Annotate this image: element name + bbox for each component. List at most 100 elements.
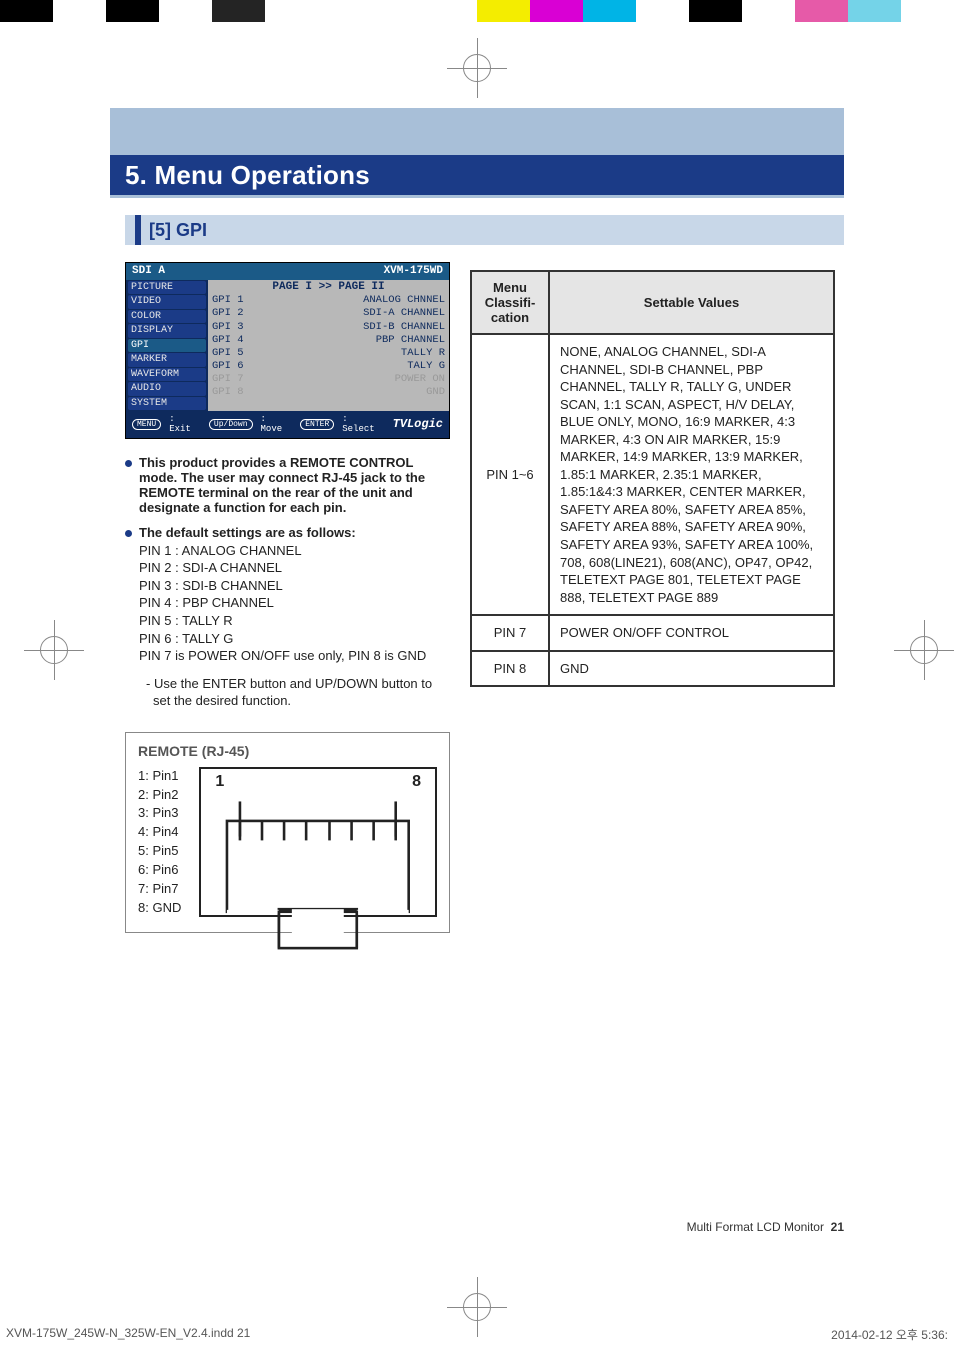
- table-head-classification: Menu Classifi-cation: [471, 271, 549, 334]
- page-footer: Multi Format LCD Monitor 21: [687, 1220, 844, 1234]
- osd-row-key: GPI 1: [212, 294, 244, 307]
- chapter-title: 5. Menu Operations: [125, 160, 370, 191]
- section-heading-bar: [5] GPI: [125, 215, 844, 245]
- osd-menu-item: GPI: [128, 339, 206, 353]
- default-pin-item: PIN 4 : PBP CHANNEL: [139, 594, 450, 612]
- table-row: PIN 7POWER ON/OFF CONTROL: [471, 615, 834, 651]
- osd-sidebar: PICTUREVIDEOCOLORDISPLAYGPIMARKERWAVEFOR…: [126, 280, 208, 412]
- osd-menu-item: VIDEO: [128, 295, 206, 309]
- osd-rows: GPI 1ANALOG CHNNELGPI 2SDI-A CHANNELGPI …: [212, 294, 445, 399]
- rj45-jack-svg: [201, 769, 435, 964]
- osd-breadcrumb: PAGE I >> PAGE II: [212, 280, 445, 295]
- table-cell-value: POWER ON/OFF CONTROL: [549, 615, 834, 651]
- osd-row-value: ANALOG CHNNEL: [363, 294, 445, 307]
- osd-menu-item: SYSTEM: [128, 397, 206, 411]
- osd-title-right: XVM-175WD: [384, 265, 443, 278]
- crop-mark-right: [894, 620, 954, 680]
- osd-row-value: SDI-A CHANNEL: [363, 307, 445, 320]
- osd-row-value: GND: [426, 386, 445, 399]
- section-accent: [135, 215, 141, 245]
- crop-mark-top: [447, 38, 507, 98]
- osd-row: GPI 6 TALY G: [212, 360, 445, 373]
- bullet-1: This product provides a REMOTE CONTROL m…: [125, 455, 450, 515]
- default-pin-item: PIN 3 : SDI-B CHANNEL: [139, 577, 450, 595]
- osd-row: GPI 3 SDI-B CHANNEL: [212, 321, 445, 334]
- rj45-pin-item: 8: GND: [138, 899, 181, 918]
- registration-color-bar: [0, 0, 954, 22]
- rj45-pin-item: 1: Pin1: [138, 767, 181, 786]
- osd-foot-updown-pill: Up/Down: [209, 419, 253, 430]
- usage-note: - Use the ENTER button and UP/DOWN butto…: [139, 675, 450, 710]
- osd-title-left: SDI A: [132, 265, 165, 278]
- osd-row: GPI 8 GND: [212, 386, 445, 399]
- osd-row-key: GPI 3: [212, 321, 244, 334]
- default-pin-item: PIN 7 is POWER ON/OFF use only, PIN 8 is…: [139, 647, 450, 665]
- rj45-jack-diagram: 1 8: [199, 767, 437, 917]
- slug-right: 2014-02-12 오후 5:36:: [831, 1326, 948, 1343]
- rj45-pin-column: 1: Pin12: Pin23: Pin34: Pin45: Pin56: Pi…: [138, 767, 181, 918]
- slug-left: XVM-175W_245W-N_325W-EN_V2.4.indd 21: [6, 1326, 250, 1343]
- osd-menu-item: DISPLAY: [128, 324, 206, 338]
- rj45-pin-item: 2: Pin2: [138, 786, 181, 805]
- osd-row: GPI 2 SDI-A CHANNEL: [212, 307, 445, 320]
- osd-row-key: GPI 6: [212, 360, 244, 373]
- osd-row-key: GPI 4: [212, 334, 244, 347]
- para2-lead: The default settings are as follows:: [139, 525, 356, 540]
- osd-row-value: TALY G: [407, 360, 445, 373]
- rj45-pin-item: 4: Pin4: [138, 823, 181, 842]
- table-cell-value: GND: [549, 651, 834, 687]
- default-pin-item: PIN 6 : TALLY G: [139, 630, 450, 648]
- osd-foot-menu-lbl: : Exit: [169, 414, 201, 435]
- right-column: Menu Classifi-cation Settable Values PIN…: [470, 270, 835, 687]
- osd-main: PAGE I >> PAGE II GPI 1ANALOG CHNNELGPI …: [208, 280, 449, 412]
- osd-menu-item: MARKER: [128, 353, 206, 367]
- rj45-row: 1: Pin12: Pin23: Pin34: Pin45: Pin56: Pi…: [138, 767, 437, 918]
- osd-row: GPI 7 POWER ON: [212, 373, 445, 386]
- osd-foot-menu-pill: MENU: [132, 419, 161, 430]
- default-pin-item: PIN 1 : ANALOG CHANNEL: [139, 542, 450, 560]
- osd-titlebar: SDI A XVM-175WD: [126, 263, 449, 280]
- osd-row-key: GPI 2: [212, 307, 244, 320]
- osd-menu-item: PICTURE: [128, 281, 206, 295]
- table-row: PIN 1~6NONE, ANALOG CHANNEL, SDI-A CHANN…: [471, 334, 834, 615]
- print-slug: XVM-175W_245W-N_325W-EN_V2.4.indd 21 201…: [0, 1322, 954, 1347]
- body-text: This product provides a REMOTE CONTROL m…: [125, 455, 450, 710]
- osd-screenshot: SDI A XVM-175WD PICTUREVIDEOCOLORDISPLAY…: [125, 262, 450, 439]
- osd-row-key: GPI 8: [212, 386, 244, 399]
- crop-mark-left: [24, 620, 84, 680]
- osd-foot-enter-lbl: : Select: [342, 414, 384, 435]
- osd-foot-enter-pill: ENTER: [300, 419, 334, 430]
- table-cell-value: NONE, ANALOG CHANNEL, SDI-A CHANNEL, SDI…: [549, 334, 834, 615]
- rj45-pin-item: 7: Pin7: [138, 880, 181, 899]
- table-cell-key: PIN 1~6: [471, 334, 549, 615]
- osd-foot-updown-lbl: : Move: [261, 414, 293, 435]
- osd-menu-item: AUDIO: [128, 382, 206, 396]
- osd-row-value: TALLY R: [401, 347, 445, 360]
- chapter-title-bar: 5. Menu Operations: [110, 155, 844, 195]
- default-pin-list: PIN 1 : ANALOG CHANNELPIN 2 : SDI-A CHAN…: [139, 542, 450, 665]
- rj45-title: REMOTE (RJ-45): [138, 743, 437, 759]
- rj45-pin-item: 6: Pin6: [138, 861, 181, 880]
- table-cell-key: PIN 7: [471, 615, 549, 651]
- footer-page: 21: [831, 1220, 844, 1234]
- osd-row-key: GPI 5: [212, 347, 244, 360]
- osd-row: GPI 5 TALLY R: [212, 347, 445, 360]
- osd-row: GPI 1 ANALOG CHNNEL: [212, 294, 445, 307]
- default-pin-item: PIN 5 : TALLY R: [139, 612, 450, 630]
- section-label: [5] GPI: [149, 220, 207, 241]
- table-body: PIN 1~6NONE, ANALOG CHANNEL, SDI-A CHANN…: [471, 334, 834, 686]
- default-pin-item: PIN 2 : SDI-A CHANNEL: [139, 559, 450, 577]
- osd-row-value: POWER ON: [395, 373, 445, 386]
- osd-brand: TVLogic: [393, 418, 443, 432]
- osd-body: PICTUREVIDEOCOLORDISPLAYGPIMARKERWAVEFOR…: [126, 280, 449, 412]
- osd-menu-item: COLOR: [128, 310, 206, 324]
- osd-row-value: SDI-B CHANNEL: [363, 321, 445, 334]
- table-row: PIN 8GND: [471, 651, 834, 687]
- para1-text: This product provides a REMOTE CONTROL m…: [139, 455, 425, 515]
- rj45-pin-item: 3: Pin3: [138, 804, 181, 823]
- settable-values-table: Menu Classifi-cation Settable Values PIN…: [470, 270, 835, 687]
- osd-menu-item: WAVEFORM: [128, 368, 206, 382]
- osd-row-key: GPI 7: [212, 373, 244, 386]
- osd-footer: MENU : Exit Up/Down : Move ENTER : Selec…: [126, 411, 449, 438]
- osd-row: GPI 4PBP CHANNEL: [212, 334, 445, 347]
